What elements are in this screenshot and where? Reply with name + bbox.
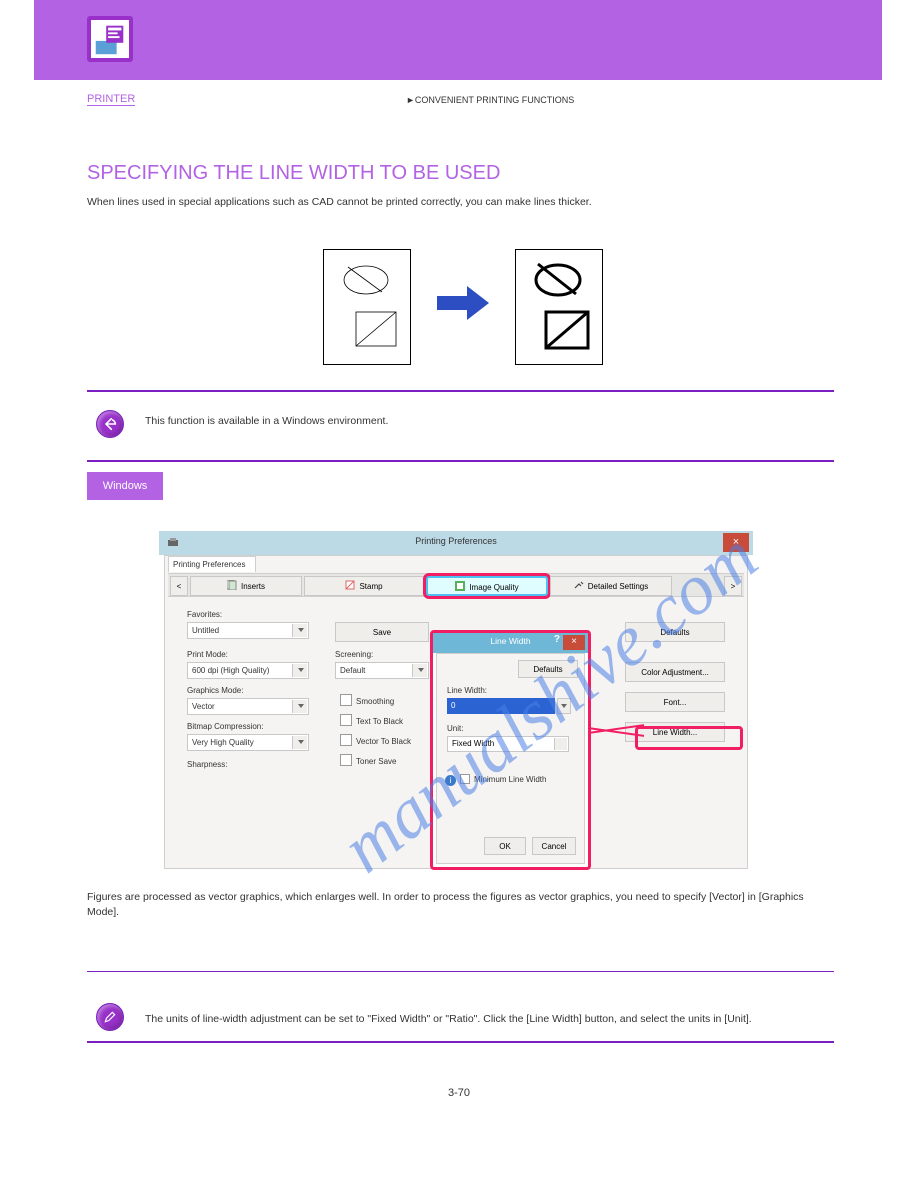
process-paragraph: Figures are processed as vector graphics…	[87, 890, 827, 919]
vector-to-black-checkbox[interactable]: Vector To Black	[340, 734, 411, 746]
header-banner	[34, 0, 882, 80]
favorites-label: Favorites:	[187, 610, 222, 619]
ok-button[interactable]: OK	[484, 837, 526, 855]
lw-unit-value: Fixed Width	[452, 739, 494, 748]
windows-tab: Windows	[87, 472, 163, 500]
divider	[87, 971, 834, 972]
breadcrumb-chapter: ►CONVENIENT PRINTING FUNCTIONS	[406, 95, 574, 105]
bitmap-value: Very High Quality	[192, 738, 254, 747]
main-tab[interactable]: Printing Preferences	[168, 556, 256, 572]
section-title: SPECIFYING THE LINE WIDTH TO BE USED	[87, 162, 500, 185]
back-icon[interactable]	[96, 410, 124, 438]
nav-next-button[interactable]: >	[724, 576, 742, 596]
line-width-button-highlight	[635, 726, 743, 750]
tab-inserts[interactable]: Inserts	[190, 576, 302, 596]
tab-detailed-settings-label: Detailed Settings	[588, 582, 648, 591]
after-box	[515, 249, 603, 365]
tab-image-quality-label: Image Quality	[469, 583, 518, 592]
divider	[87, 390, 834, 392]
before-box	[323, 249, 411, 365]
font-button[interactable]: Font...	[625, 692, 725, 712]
tip-text: The units of line-width adjustment can b…	[145, 1013, 825, 1025]
screening-value: Default	[340, 666, 365, 675]
close-icon[interactable]: ×	[723, 533, 749, 552]
note-text: This function is available in a Windows …	[145, 415, 795, 427]
divider	[87, 1041, 834, 1043]
tab-bar: < Inserts Stamp Image Quality Detailed S…	[168, 573, 744, 597]
close-icon[interactable]: ×	[563, 635, 585, 650]
window-title: Printing Preferences	[159, 536, 753, 546]
color-adjustment-button[interactable]: Color Adjustment...	[625, 662, 725, 682]
lw-line-width-value: 0	[451, 701, 455, 710]
screening-label: Screening:	[335, 650, 373, 659]
lw-body: Defaults Line Width: 0 Unit: Fixed Width…	[436, 653, 585, 864]
sharpness-label: Sharpness:	[187, 760, 227, 769]
tab-stamp-label: Stamp	[359, 582, 382, 591]
tip-icon	[96, 1003, 124, 1031]
lw-unit-label: Unit:	[447, 724, 463, 733]
print-mode-label: Print Mode:	[187, 650, 228, 659]
info-icon: i	[445, 775, 456, 786]
tab-stamp[interactable]: Stamp	[304, 576, 424, 596]
text-to-black-checkbox[interactable]: Text To Black	[340, 714, 403, 726]
favorites-dropdown[interactable]: Untitled	[187, 622, 309, 639]
graphics-mode-dropdown[interactable]: Vector	[187, 698, 309, 715]
lw-titlebar: Line Width ? ×	[433, 633, 588, 653]
bitmap-dropdown[interactable]: Very High Quality	[187, 734, 309, 751]
favorites-value: Untitled	[192, 626, 219, 635]
page-number: 3-70	[0, 1087, 918, 1099]
divider	[87, 460, 834, 462]
lw-line-width-label: Line Width:	[447, 686, 487, 695]
printer-breadcrumb[interactable]: PRINTER	[87, 93, 135, 106]
screening-dropdown[interactable]: Default	[335, 662, 429, 679]
toner-save-checkbox[interactable]: Toner Save	[340, 754, 396, 766]
bitmap-label: Bitmap Compression:	[187, 722, 263, 731]
tab-inserts-label: Inserts	[241, 582, 265, 591]
intro-text: When lines used in special applications …	[87, 196, 827, 208]
lw-min-line-width-label: Minimum Line Width	[474, 775, 546, 784]
tab-detailed-settings[interactable]: Detailed Settings	[550, 576, 672, 596]
titlebar: Printing Preferences ×	[159, 531, 753, 555]
graphics-mode-value: Vector	[192, 702, 215, 711]
line-width-dialog: Line Width ? × Defaults Line Width: 0 Un…	[430, 630, 591, 870]
lw-unit-dropdown[interactable]: Fixed Width	[447, 736, 569, 752]
cancel-button[interactable]: Cancel	[532, 837, 576, 855]
arrow-icon	[437, 284, 489, 322]
defaults-button[interactable]: Defaults	[625, 622, 725, 642]
nav-prev-button[interactable]: <	[170, 576, 188, 596]
lw-defaults-button[interactable]: Defaults	[518, 660, 578, 678]
graphics-mode-label: Graphics Mode:	[187, 686, 243, 695]
help-icon[interactable]: ?	[554, 634, 560, 645]
print-mode-dropdown[interactable]: 600 dpi (High Quality)	[187, 662, 309, 679]
tab-image-quality[interactable]: Image Quality	[426, 576, 548, 596]
print-mode-value: 600 dpi (High Quality)	[192, 666, 269, 675]
save-button[interactable]: Save	[335, 622, 429, 642]
lw-line-width-dropdown[interactable]: 0	[447, 698, 555, 714]
lw-min-line-width-checkbox[interactable]: i Minimum Line Width	[445, 774, 546, 786]
before-after-diagram	[323, 249, 613, 369]
printer-header-icon	[87, 16, 133, 62]
smoothing-checkbox[interactable]: Smoothing	[340, 694, 394, 706]
